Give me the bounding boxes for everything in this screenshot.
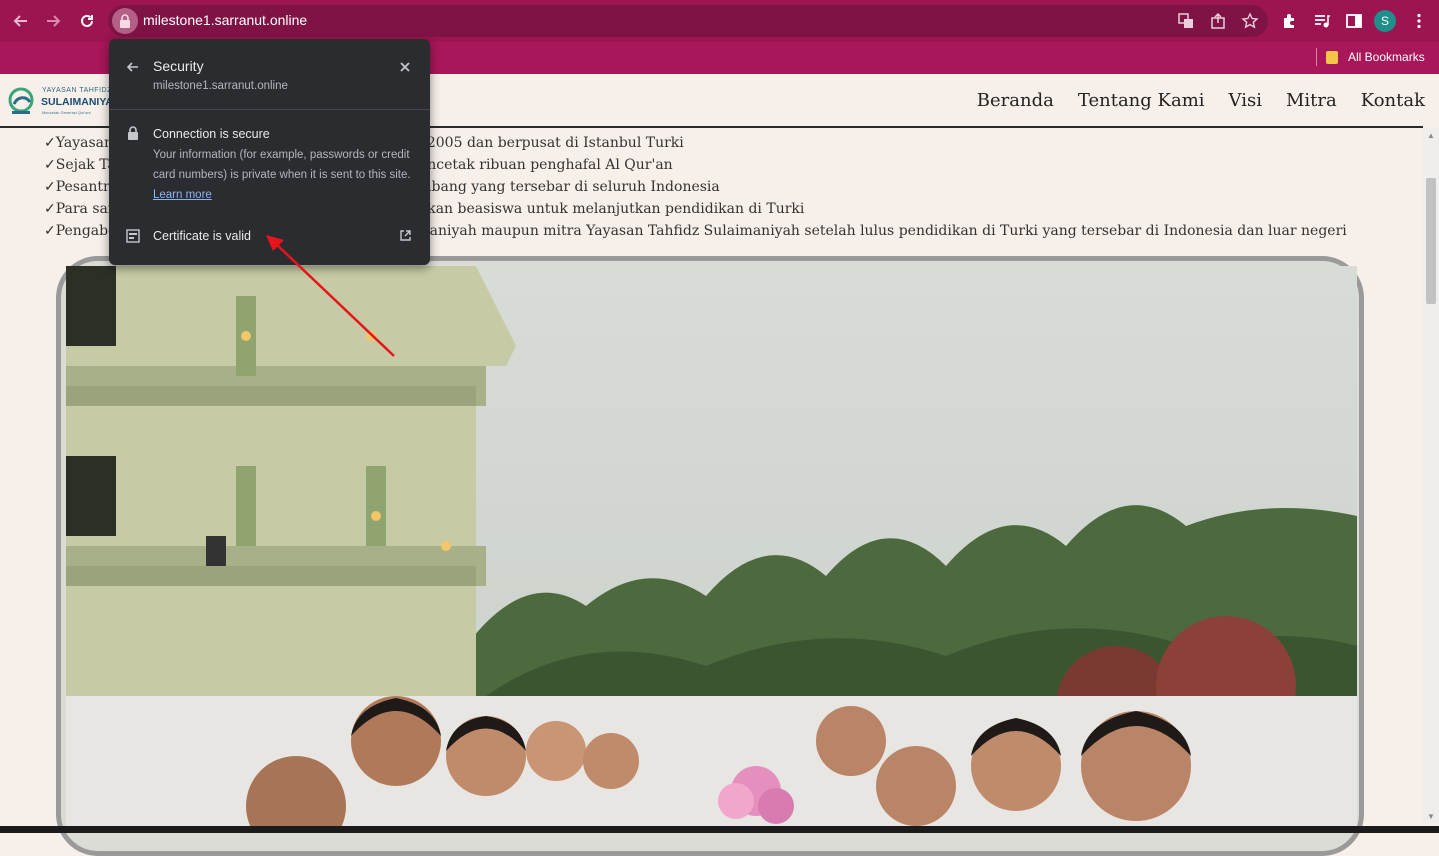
close-icon[interactable] — [397, 59, 413, 75]
url-text[interactable]: milestone1.sarranut.online — [143, 12, 307, 28]
taskbar — [0, 826, 1439, 833]
main-nav: Beranda Tentang Kami Visi Mitra Kontak — [977, 90, 1425, 111]
site-info-button[interactable] — [112, 8, 138, 34]
logo-line1: YAYASAN TAHFIDZ — [42, 87, 112, 94]
back-icon[interactable] — [8, 8, 34, 34]
side-panel-icon[interactable] — [1343, 10, 1365, 32]
star-icon[interactable] — [1239, 10, 1261, 32]
reload-icon[interactable] — [74, 8, 100, 34]
connection-description: Your information (for example, passwords… — [153, 145, 415, 205]
popup-title: Security — [153, 58, 204, 74]
connection-heading: Connection is secure — [153, 127, 270, 141]
students-photo — [66, 266, 1357, 833]
menu-icon[interactable] — [1408, 10, 1430, 32]
nav-mitra[interactable]: Mitra — [1286, 90, 1337, 111]
lock-icon — [120, 14, 130, 28]
scroll-thumb[interactable] — [1426, 178, 1436, 304]
nav-kontak[interactable]: Kontak — [1361, 90, 1425, 111]
translate-icon[interactable] — [1175, 10, 1197, 32]
certificate-valid-button[interactable]: Certificate is valid — [153, 229, 251, 243]
back-arrow-icon[interactable] — [125, 59, 141, 75]
popup-divider — [109, 109, 430, 110]
avatar[interactable]: S — [1374, 10, 1396, 32]
external-link-icon[interactable] — [399, 229, 412, 242]
learn-more-link[interactable]: Learn more — [153, 189, 212, 201]
media-icon[interactable] — [1311, 10, 1333, 32]
logo-line3: Mencetak Generasi Qur'ani — [42, 110, 91, 115]
lock-icon — [128, 126, 138, 140]
share-icon[interactable] — [1207, 10, 1229, 32]
certificate-icon — [126, 229, 140, 243]
all-bookmarks-button[interactable]: All Bookmarks — [1326, 48, 1425, 66]
nav-beranda[interactable]: Beranda — [977, 90, 1054, 111]
forward-icon[interactable] — [40, 8, 66, 34]
bookmarks-divider — [1316, 48, 1317, 66]
folder-icon — [1326, 50, 1338, 64]
extensions-icon[interactable] — [1279, 10, 1301, 32]
connection-text: Your information (for example, passwords… — [153, 149, 411, 181]
popup-domain: milestone1.sarranut.online — [153, 80, 288, 92]
scroll-down-icon[interactable]: ▼ — [1427, 812, 1435, 821]
scroll-up-icon[interactable]: ▲ — [1427, 131, 1435, 140]
security-popup: Security milestone1.sarranut.online Conn… — [109, 39, 430, 265]
nav-tentang-kami[interactable]: Tentang Kami — [1078, 90, 1205, 111]
nav-visi[interactable]: Visi — [1229, 90, 1262, 111]
all-bookmarks-label: All Bookmarks — [1348, 50, 1425, 64]
